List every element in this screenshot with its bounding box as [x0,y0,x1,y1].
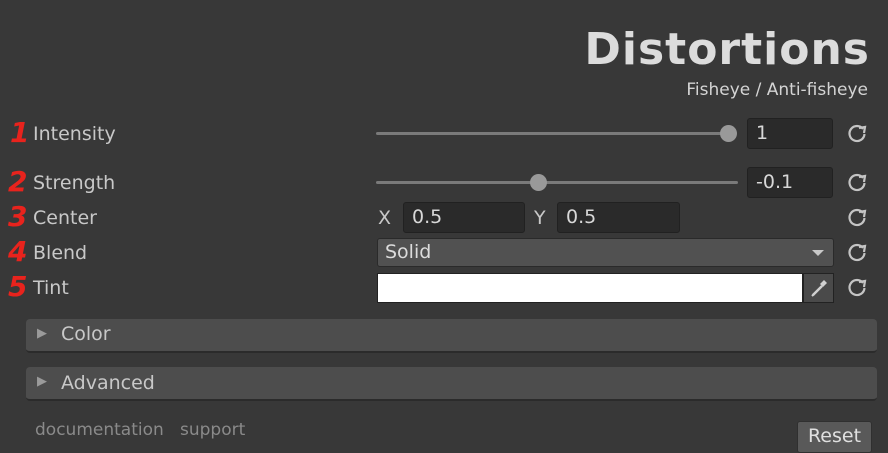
strength-reset-icon[interactable] [846,171,868,193]
row-number-2: 2 [8,165,28,198]
documentation-link[interactable]: documentation [35,420,164,440]
blend-selected-value: Solid [385,241,432,263]
panel-title: Distortions [584,24,870,75]
center-label: Center [33,207,97,229]
strength-slider-knob[interactable] [530,174,548,191]
foldout-color-label: Color [61,323,111,345]
center-reset-icon[interactable] [846,206,868,228]
intensity-value-field[interactable]: 1 [747,118,833,149]
center-y-label: Y [534,207,546,229]
foldout-advanced-label: Advanced [61,372,155,394]
blend-reset-icon[interactable] [846,241,868,263]
row-number-4: 4 [8,235,28,268]
intensity-label: Intensity [33,123,116,145]
strength-slider[interactable] [376,173,738,193]
row-number-5: 5 [8,270,28,303]
center-x-label: X [378,207,392,229]
eyedropper-icon[interactable] [803,273,834,303]
strength-slider-track [376,181,738,184]
panel-subtitle: Fisheye / Anti-fisheye [686,80,868,100]
tint-color-field[interactable] [377,273,803,303]
strength-value-field[interactable]: -0.1 [747,167,833,198]
triangle-right-icon: ▶ [37,374,47,389]
center-y-field[interactable]: 0.5 [557,202,680,233]
intensity-slider-knob[interactable] [719,125,737,142]
tint-reset-icon[interactable] [846,276,868,298]
tint-label: Tint [33,277,69,299]
reset-button[interactable]: Reset [797,421,872,453]
center-x-field[interactable]: 0.5 [403,202,525,233]
chevron-down-icon [812,239,824,274]
row-number-1: 1 [10,116,30,149]
strength-label: Strength [33,172,116,194]
intensity-slider[interactable] [376,124,738,144]
intensity-slider-track [376,132,728,135]
foldout-color[interactable]: ▶ Color [26,319,877,353]
support-link[interactable]: support [180,420,245,440]
blend-dropdown[interactable]: Solid [377,238,834,267]
blend-label: Blend [33,242,88,264]
row-number-3: 3 [8,200,28,233]
triangle-right-icon: ▶ [37,326,47,341]
foldout-advanced[interactable]: ▶ Advanced [26,367,877,401]
intensity-reset-icon[interactable] [846,122,868,144]
